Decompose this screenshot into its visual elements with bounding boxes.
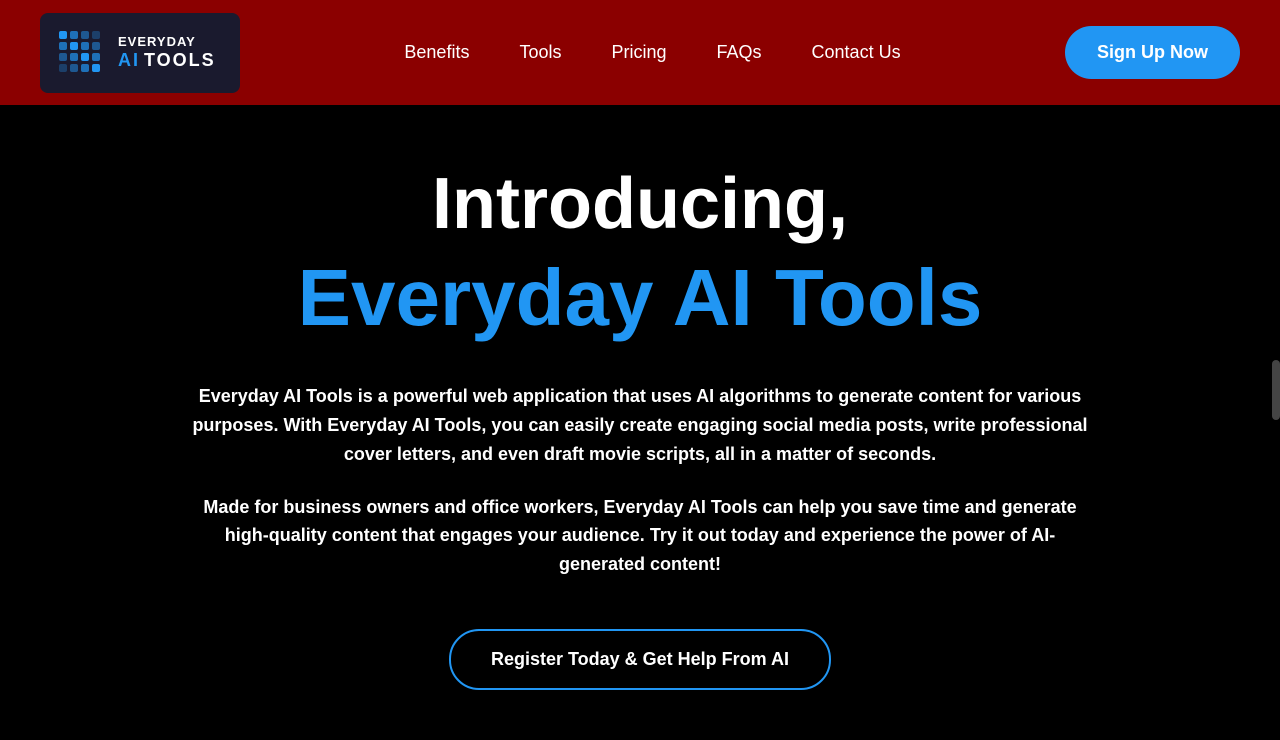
register-button[interactable]: Register Today & Get Help From AI bbox=[449, 629, 831, 690]
logo-tools: TOOLS bbox=[144, 50, 216, 72]
navbar: EVERYDAY AI TOOLS Benefits Tools Pricing… bbox=[0, 0, 1280, 105]
nav-contact[interactable]: Contact Us bbox=[812, 42, 901, 62]
nav-links: Benefits Tools Pricing FAQs Contact Us bbox=[404, 42, 900, 63]
nav-benefits[interactable]: Benefits bbox=[404, 42, 469, 62]
signup-button[interactable]: Sign Up Now bbox=[1065, 26, 1240, 79]
hero-description-1: Everyday AI Tools is a powerful web appl… bbox=[190, 382, 1090, 468]
logo-ai: AI bbox=[118, 50, 140, 72]
logo-icon bbox=[56, 28, 106, 78]
hero-description-2: Made for business owners and office work… bbox=[190, 493, 1090, 579]
logo[interactable]: EVERYDAY AI TOOLS bbox=[40, 13, 240, 93]
nav-pricing[interactable]: Pricing bbox=[611, 42, 666, 62]
hero-section: Introducing, Everyday AI Tools Everyday … bbox=[0, 105, 1280, 740]
scrollbar[interactable] bbox=[1272, 360, 1280, 420]
nav-faqs[interactable]: FAQs bbox=[717, 42, 762, 62]
hero-intro: Introducing, bbox=[100, 165, 1180, 244]
nav-tools[interactable]: Tools bbox=[519, 42, 561, 62]
logo-text: EVERYDAY AI TOOLS bbox=[118, 34, 216, 71]
logo-everyday: EVERYDAY bbox=[118, 34, 216, 50]
hero-title: Everyday AI Tools bbox=[100, 254, 1180, 342]
